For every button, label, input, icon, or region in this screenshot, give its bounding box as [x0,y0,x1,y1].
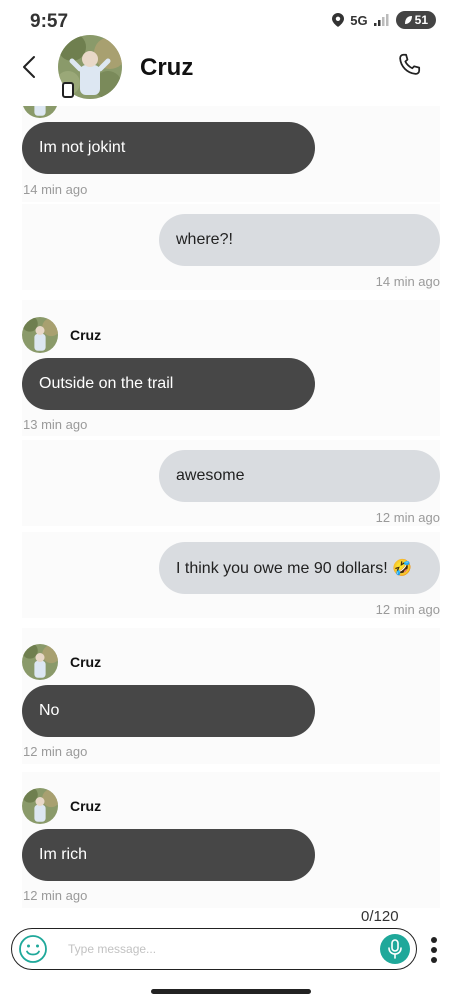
message-text: No [39,702,60,719]
character-counter: 0/120 [361,908,399,925]
emoji-icon [19,935,47,963]
message-text: where?! [176,231,233,248]
sender-name: Cruz [70,654,102,670]
avatar-photo [22,788,58,824]
message-timestamp: 12 min ago [375,510,440,525]
call-button[interactable] [396,52,422,78]
network-label: 5G [350,12,368,28]
back-button[interactable] [18,54,42,80]
sender-name: Cruz [70,327,102,343]
message-timestamp: 12 min ago [23,744,88,759]
message-block: awesome 12 min ago [22,440,440,526]
avatar-photo [22,317,58,353]
message-timestamp: 12 min ago [375,602,440,617]
message-bubble-incoming[interactable]: Outside on the trail [22,358,315,410]
back-icon [23,56,35,78]
message-input[interactable] [68,939,368,959]
message-timestamp: 14 min ago [23,182,88,197]
signal-icon [373,14,389,26]
message-block: where?! 14 min ago [22,204,440,290]
message-block: Im not jokint 14 min ago [22,100,440,202]
avatar[interactable] [22,788,58,824]
message-composer [11,928,417,970]
message-thread[interactable]: Im not jokint 14 min ago where?! 14 min … [0,100,462,908]
message-timestamp: 14 min ago [375,274,440,289]
avatar[interactable] [22,317,58,353]
more-vertical-icon [431,937,437,963]
message-text: I think you owe me 90 dollars! 🤣 [176,560,413,577]
status-icons: 5G 51 [332,11,436,29]
phone-icon [399,53,421,75]
sender-name: Cruz [70,798,102,814]
mic-icon [388,939,402,959]
message-text: Outside on the trail [39,375,174,392]
mic-button[interactable] [380,934,410,964]
chat-header: Cruz [0,30,462,106]
message-text: Im rich [39,846,87,863]
message-bubble-incoming[interactable]: Im not jokint [22,122,315,174]
sender-row: Cruz [22,644,101,680]
contact-name: Cruz [140,54,194,81]
message-text: awesome [176,467,245,484]
battery-level: 51 [414,13,428,27]
sender-row: Cruz [22,317,101,353]
location-icon [332,13,345,27]
message-bubble-incoming[interactable]: No [22,685,315,737]
message-timestamp: 13 min ago [23,417,88,432]
message-bubble-outgoing[interactable]: where?! [159,214,440,266]
message-bubble-incoming[interactable]: Im rich [22,829,315,881]
emoji-button[interactable] [18,934,48,964]
sender-row: Cruz [22,788,101,824]
message-block: Cruz No 12 min ago [22,628,440,764]
watch-icon [62,82,74,98]
message-bubble-outgoing[interactable]: I think you owe me 90 dollars! 🤣 [159,542,440,594]
message-block: Cruz Im rich 12 min ago [22,772,440,908]
battery-indicator: 51 [395,11,436,29]
message-block: Cruz Outside on the trail 13 min ago [22,300,440,436]
message-block: I think you owe me 90 dollars! 🤣 12 min … [22,532,440,618]
message-timestamp: 12 min ago [23,888,88,903]
message-bubble-outgoing[interactable]: awesome [159,450,440,502]
leaf-icon [404,16,412,24]
avatar[interactable] [22,644,58,680]
home-indicator[interactable] [151,989,311,994]
more-options-button[interactable] [428,936,440,964]
avatar-photo [22,644,58,680]
message-text: Im not jokint [39,139,126,156]
